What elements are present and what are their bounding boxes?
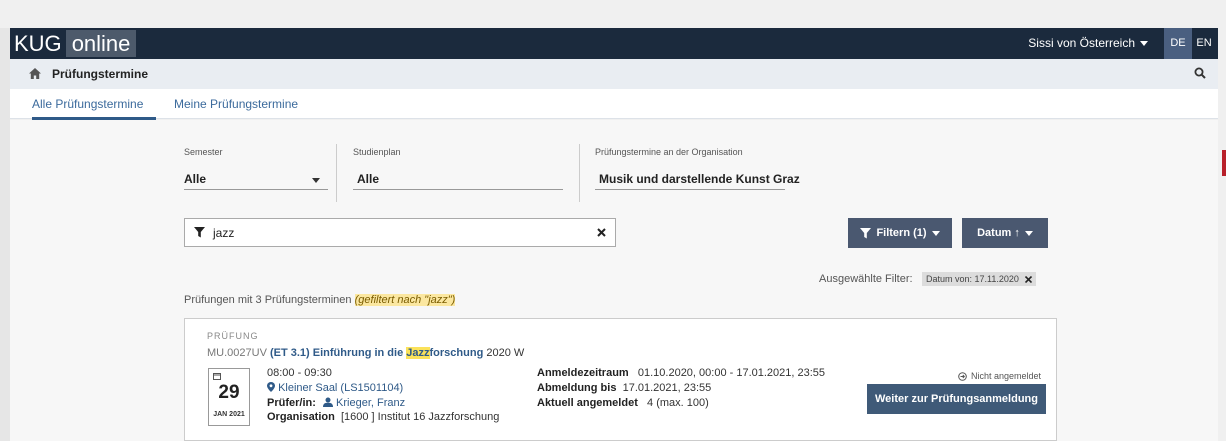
page-title: Prüfungstermine bbox=[52, 67, 149, 81]
studienplan-value[interactable]: Alle bbox=[357, 172, 379, 186]
exam-code: MU.0027UV bbox=[207, 347, 267, 359]
filter-funnel-icon bbox=[860, 227, 872, 238]
exam-card: PRÜFUNG MU.0027UV (ET 3.1) Einführung in… bbox=[184, 318, 1057, 441]
kug-online-logo[interactable]: KUG online bbox=[14, 30, 137, 57]
exam-title-link[interactable]: (ET 3.1) Einführung in die Jazzforschung bbox=[270, 347, 483, 359]
register-button[interactable]: Weiter zur Prüfungsanmeldung bbox=[867, 384, 1046, 414]
semester-label: Semester bbox=[184, 147, 223, 157]
caret-down-icon bbox=[1140, 40, 1148, 46]
caret-down-icon bbox=[312, 178, 320, 183]
result-filter-note: (gefiltert nach "jazz") bbox=[354, 294, 456, 306]
search-input[interactable]: jazz bbox=[184, 218, 616, 247]
organisation-value[interactable]: Musik und darstellende Kunst Graz bbox=[599, 172, 800, 186]
search-icon[interactable] bbox=[1194, 67, 1206, 79]
organisation-label: Prüfungstermine an der Organisation bbox=[595, 147, 743, 157]
language-en-button[interactable]: EN bbox=[1190, 28, 1218, 59]
exam-month-year: JAN 2021 bbox=[213, 411, 245, 418]
page-title-bar: Prüfungstermine bbox=[10, 59, 1218, 89]
caret-down-icon bbox=[1024, 230, 1033, 236]
search-value: jazz bbox=[213, 226, 235, 240]
filter-divider bbox=[336, 144, 337, 202]
current-registrations: Aktuell angemeldet 4 (max. 100) bbox=[537, 397, 709, 409]
remove-filter-icon[interactable] bbox=[1024, 275, 1032, 283]
home-icon[interactable] bbox=[28, 67, 42, 80]
filter-button-label: Filtern (1) bbox=[876, 227, 927, 239]
user-name: Sissi von Österreich bbox=[1028, 36, 1135, 50]
language-de-button[interactable]: DE bbox=[1164, 28, 1192, 59]
exam-type-label: PRÜFUNG bbox=[207, 331, 259, 341]
sort-button[interactable]: Datum ↑ bbox=[962, 218, 1048, 248]
result-count-text: Prüfungen mit 3 Prüfungsterminen bbox=[184, 294, 352, 306]
map-marker-icon bbox=[267, 382, 275, 392]
filter-chip-date[interactable]: Datum von: 17.11.2020 bbox=[922, 272, 1036, 286]
sort-button-label: Datum ↑ bbox=[977, 227, 1020, 239]
result-summary: Prüfungen mit 3 Prüfungsterminen (gefilt… bbox=[184, 294, 456, 306]
logo-kug-text: KUG bbox=[14, 30, 62, 56]
semester-value: Alle bbox=[184, 172, 207, 186]
arrow-circle-icon bbox=[958, 371, 967, 381]
logo-online-text: online bbox=[65, 30, 137, 57]
exam-day: 29 bbox=[218, 382, 240, 403]
registration-status: Nicht angemeldet bbox=[958, 371, 1041, 381]
exam-date-box: 29 JAN 2021 bbox=[208, 368, 250, 426]
tab-alle-pruefungstermine[interactable]: Alle Prüfungstermine bbox=[32, 97, 156, 120]
page-edge-accent bbox=[1222, 150, 1226, 176]
exam-location-link[interactable]: Kleiner Saal (LS1501104) bbox=[267, 382, 403, 394]
main-content: Semester Alle Studienplan Alle Prüfungst… bbox=[10, 120, 1218, 441]
calendar-icon bbox=[213, 373, 221, 380]
caret-down-icon bbox=[931, 230, 940, 236]
filter-funnel-icon bbox=[194, 227, 205, 238]
filter-divider bbox=[579, 144, 580, 202]
exam-time: 08:00 - 09:30 bbox=[267, 367, 332, 379]
selected-filter-label: Ausgewählte Filter: bbox=[819, 273, 913, 285]
semester-select[interactable]: Alle bbox=[184, 168, 324, 188]
page-margin bbox=[0, 28, 10, 441]
filter-button[interactable]: Filtern (1) bbox=[848, 218, 952, 248]
user-menu[interactable]: Sissi von Österreich bbox=[1028, 36, 1148, 50]
studienplan-underline bbox=[353, 189, 563, 190]
clear-icon[interactable] bbox=[597, 228, 606, 237]
top-navigation-bar: KUG online Sissi von Österreich DE EN bbox=[10, 28, 1218, 59]
examiner-link[interactable]: Krieger, Franz bbox=[336, 397, 405, 409]
exam-semester: 2020 W bbox=[486, 347, 525, 359]
studienplan-label: Studienplan bbox=[353, 147, 401, 157]
deregistration-deadline: Abmeldung bis 17.01.2021, 23:55 bbox=[537, 382, 712, 394]
exam-examiner: Prüfer/in: Krieger, Franz bbox=[267, 397, 406, 409]
tab-bar: Alle Prüfungstermine Meine Prüfungstermi… bbox=[10, 89, 1218, 120]
tab-meine-pruefungstermine[interactable]: Meine Prüfungstermine bbox=[174, 97, 298, 111]
exam-organisation: Organisation [1600 ] Institut 16 Jazzfor… bbox=[267, 411, 500, 423]
registration-period: Anmeldezeitraum 01.10.2020, 00:00 - 17.0… bbox=[537, 367, 826, 379]
user-icon bbox=[322, 397, 333, 407]
semester-underline bbox=[184, 189, 328, 190]
filter-chip-text: Datum von: 17.11.2020 bbox=[926, 274, 1019, 284]
exam-title: MU.0027UV (ET 3.1) Einführung in die Jaz… bbox=[207, 347, 524, 359]
organisation-underline bbox=[595, 189, 785, 190]
